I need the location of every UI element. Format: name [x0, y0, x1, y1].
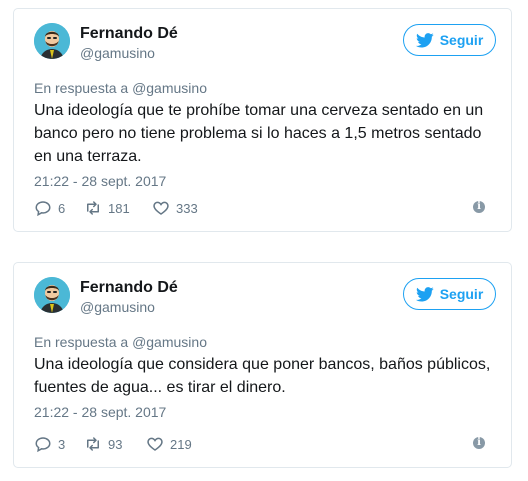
tweet-timestamp[interactable]: 21:22 - 28 sept. 2017 [34, 404, 166, 420]
author-name[interactable]: Fernando Dé [80, 279, 178, 297]
avatar[interactable] [34, 277, 70, 313]
twitter-bird-icon [415, 286, 434, 301]
retweet-action[interactable]: 93 [84, 435, 122, 453]
like-action[interactable]: 333 [152, 199, 198, 217]
retweet-action[interactable]: 181 [84, 199, 130, 217]
author-handle[interactable]: @gamusino [80, 45, 155, 61]
follow-label: Seguir [439, 32, 484, 48]
like-count: 219 [170, 436, 192, 452]
reply-icon [35, 201, 51, 217]
reply-handle-link[interactable]: @gamusino [132, 80, 207, 96]
avatar[interactable] [34, 23, 70, 59]
tweet-timestamp[interactable]: 21:22 - 28 sept. 2017 [34, 173, 166, 189]
follow-label: Seguir [439, 286, 484, 302]
tweet-text: Una ideología que considera que poner ba… [34, 356, 491, 396]
reply-prefix: En respuesta a [34, 334, 129, 350]
reply-action[interactable]: 6 [34, 199, 65, 217]
like-action[interactable]: 219 [146, 435, 192, 453]
reply-context: En respuesta a @gamusino [34, 334, 207, 350]
reply-count: 3 [58, 436, 66, 452]
like-count: 333 [176, 200, 198, 216]
reply-prefix: En respuesta a [34, 80, 129, 96]
tweet-card[interactable]: Fernando Dé @gamusino Seguir En respuest… [13, 8, 512, 232]
retweet-icon [87, 201, 99, 215]
info-icon[interactable]: i [473, 437, 485, 449]
reply-icon [35, 437, 51, 453]
reply-count: 6 [58, 200, 66, 216]
reply-action[interactable]: 3 [34, 435, 65, 453]
retweet-count: 181 [108, 200, 130, 216]
tweet-text: Una ideología que te prohíbe tomar una c… [34, 102, 484, 165]
author-handle[interactable]: @gamusino [80, 299, 155, 315]
tweet-card[interactable]: Fernando Dé @gamusino Seguir En respuest… [13, 262, 512, 468]
twitter-bird-icon [415, 32, 434, 47]
follow-button[interactable]: Seguir [403, 278, 496, 310]
follow-button[interactable]: Seguir [403, 24, 496, 56]
retweet-icon [87, 437, 99, 451]
reply-handle-link[interactable]: @gamusino [132, 334, 207, 350]
tweet-actions: 3 93 219 i [34, 435, 491, 455]
tweet-header: Fernando Dé @gamusino Seguir [34, 23, 496, 63]
heart-icon [147, 437, 163, 451]
tweet-actions: 6 181 333 i [34, 199, 491, 219]
tweet-header: Fernando Dé @gamusino Seguir [34, 277, 496, 317]
heart-icon [153, 201, 169, 215]
author-name[interactable]: Fernando Dé [80, 25, 178, 43]
retweet-count: 93 [108, 436, 123, 452]
reply-context: En respuesta a @gamusino [34, 80, 207, 96]
info-icon[interactable]: i [473, 201, 485, 213]
